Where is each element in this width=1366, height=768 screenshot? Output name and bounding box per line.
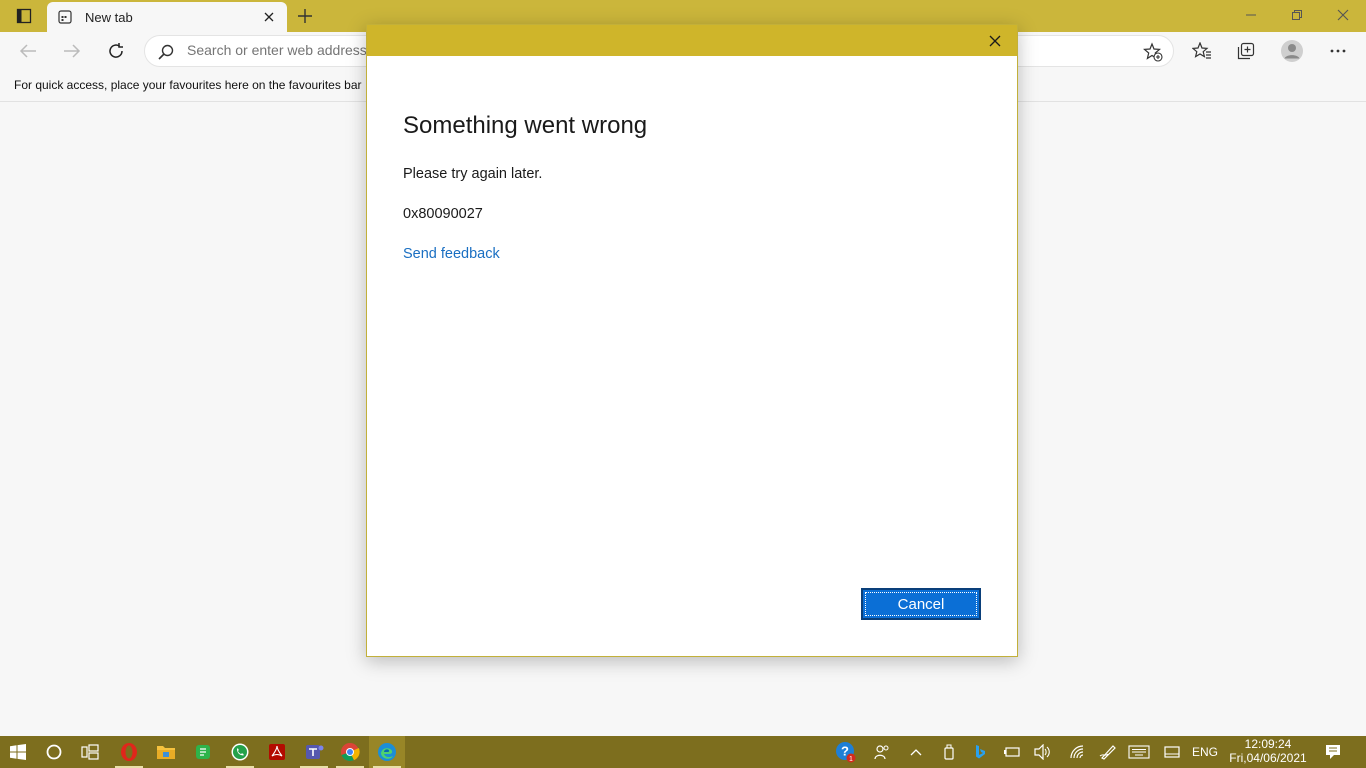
chrome-icon[interactable] <box>332 736 368 768</box>
dialog-title: Something went wrong <box>403 112 648 139</box>
tab-new-tab[interactable]: New tab <box>47 2 287 32</box>
error-code: 0x80090027 <box>403 206 483 222</box>
tablet-mode-icon[interactable] <box>1160 736 1184 768</box>
cancel-button[interactable]: Cancel <box>861 588 981 620</box>
clock-date: Fri,04/06/2021 <box>1229 751 1307 765</box>
refresh-icon[interactable] <box>101 37 131 65</box>
task-view-icon[interactable] <box>72 736 108 768</box>
usb-icon[interactable] <box>937 736 961 768</box>
teams-icon[interactable] <box>296 736 332 768</box>
close-window-icon[interactable] <box>1320 0 1366 30</box>
help-icon[interactable]: ? 1 <box>834 736 858 768</box>
edge-icon[interactable] <box>369 736 405 768</box>
clock-time: 12:09:24 <box>1244 737 1292 751</box>
restore-icon[interactable] <box>1274 0 1320 30</box>
search-icon <box>157 43 175 61</box>
tab-actions-icon[interactable] <box>8 6 40 26</box>
svg-text:1: 1 <box>849 756 853 763</box>
collections-icon[interactable] <box>1231 37 1261 65</box>
language-indicator[interactable]: ENG <box>1188 736 1222 768</box>
cortana-icon[interactable] <box>36 736 72 768</box>
clock[interactable]: 12:09:24 Fri,04/06/2021 <box>1226 737 1310 767</box>
profile-avatar[interactable] <box>1277 37 1307 65</box>
back-icon[interactable] <box>13 37 43 65</box>
battery-icon[interactable] <box>1000 736 1024 768</box>
people-icon[interactable] <box>870 736 894 768</box>
notifications-icon[interactable] <box>1320 736 1346 768</box>
tab-title: New tab <box>85 9 133 25</box>
dialog-message: Please try again later. <box>403 166 543 182</box>
new-tab-page-icon <box>57 9 73 25</box>
send-feedback-link[interactable]: Send feedback <box>403 246 500 262</box>
more-options-icon[interactable] <box>1323 37 1353 65</box>
new-tab-button[interactable] <box>294 6 316 26</box>
file-explorer-icon[interactable] <box>148 736 184 768</box>
tab-close-icon[interactable] <box>261 9 277 25</box>
app-icon[interactable] <box>185 736 221 768</box>
add-favourite-icon[interactable] <box>1143 42 1163 62</box>
close-icon[interactable] <box>981 28 1009 54</box>
pen-icon[interactable] <box>1096 736 1120 768</box>
whatsapp-icon[interactable] <box>222 736 258 768</box>
keyboard-icon[interactable] <box>1126 736 1152 768</box>
volume-icon[interactable] <box>1031 736 1055 768</box>
acrobat-icon[interactable] <box>259 736 295 768</box>
chevron-up-icon[interactable] <box>904 736 928 768</box>
dialog-titlebar[interactable] <box>367 25 1017 56</box>
opera-icon[interactable] <box>111 736 147 768</box>
favourites-icon[interactable] <box>1187 37 1217 65</box>
wifi-icon[interactable] <box>1065 736 1089 768</box>
error-dialog: Something went wrong Please try again la… <box>366 24 1018 657</box>
favourites-hint: For quick access, place your favourites … <box>14 78 362 92</box>
taskbar: ? 1 ENG 12:09:24 Fri,04/06/2021 <box>0 736 1366 768</box>
bing-icon[interactable] <box>968 736 992 768</box>
start-icon[interactable] <box>0 736 36 768</box>
minimize-icon[interactable] <box>1228 0 1274 30</box>
forward-icon[interactable] <box>57 37 87 65</box>
